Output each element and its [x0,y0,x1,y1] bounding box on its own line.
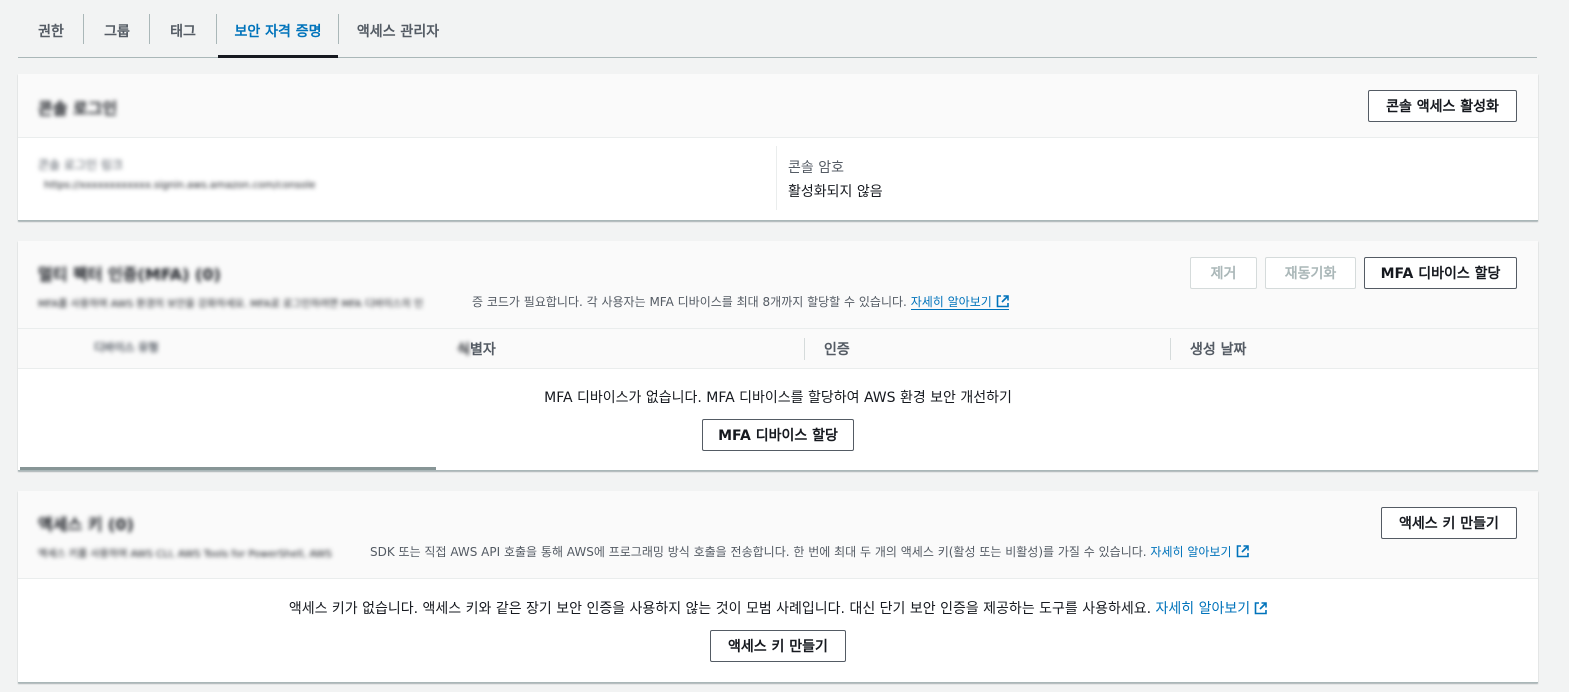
external-link-icon [996,295,1009,308]
column-created-date[interactable]: 생성 날짜 [1190,339,1246,359]
assign-mfa-device-button[interactable]: MFA 디바이스 할당 [1364,257,1517,289]
assign-mfa-device-empty-button[interactable]: MFA 디바이스 할당 [702,419,854,451]
tab-divider [338,14,339,44]
signin-link-label: 콘솔 로그인 링크 [38,158,123,172]
create-access-key-empty-button[interactable]: 액세스 키 만들기 [710,630,846,662]
mfa-header: 멀티 팩터 인증(MFA) (0) MFA를 사용하여 AWS 환경의 보안을 … [18,241,1538,329]
horizontal-scrollbar[interactable] [20,467,436,470]
enable-console-access-button[interactable]: 콘솔 액세스 활성화 [1368,90,1517,122]
access-keys-empty-text: 액세스 키가 없습니다. 액세스 키와 같은 장기 보안 인증을 사용하지 않는… [288,601,1152,617]
column-auth[interactable]: 인증 [824,339,850,359]
mfa-description: MFA를 사용하여 AWS 환경의 보안을 강화하세요. MFA로 로그인하려면… [38,293,1009,310]
mfa-description-text: 증 코드가 필요합니다. 각 사용자는 MFA 디바이스를 최대 8개까지 할당… [472,295,907,309]
access-keys-panel: 액세스 키 (0) 액세스 키를 사용하여 AWS CLI, AWS Tools… [18,491,1538,683]
mfa-empty-message: MFA 디바이스가 없습니다. MFA 디바이스를 할당하여 AWS 환경 보안… [544,390,1012,406]
console-signin-header: 콘솔 로그인 콘솔 액세스 활성화 [18,74,1538,138]
access-keys-description: 액세스 키를 사용하여 AWS CLI, AWS Tools for Power… [38,543,1249,560]
mfa-description-prefix: MFA를 사용하여 AWS 환경의 보안을 강화하세요. MFA로 로그인하려면… [38,299,424,310]
external-link-icon [1254,602,1267,615]
tab-permissions[interactable]: 권한 [26,14,76,58]
console-password-label: 콘솔 암호 [788,160,844,176]
mfa-learn-more-link[interactable]: 자세히 알아보기 [910,295,1009,310]
mfa-table-header: 디바이스 유형 식별자 인증 생성 날짜 [18,329,1538,369]
external-link-icon [1236,545,1249,558]
mfa-remove-button[interactable]: 제거 [1190,257,1257,289]
column-divider [776,146,777,210]
tab-divider [83,14,84,44]
access-keys-empty-learn-more-link[interactable]: 자세히 알아보기 [1156,601,1268,617]
create-access-key-button[interactable]: 액세스 키 만들기 [1381,507,1517,539]
column-identifier[interactable]: 식별자 [456,339,496,359]
column-divider [804,338,805,360]
column-device-type[interactable]: 디바이스 유형 [94,339,159,355]
mfa-panel: 멀티 팩터 인증(MFA) (0) MFA를 사용하여 AWS 환경의 보안을 … [18,241,1538,471]
tab-divider [216,14,217,44]
signin-link-value[interactable]: https://xxxxxxxxxxxx.signin.aws.amazon.c… [44,180,316,191]
access-keys-header: 액세스 키 (0) 액세스 키를 사용하여 AWS CLI, AWS Tools… [18,491,1538,579]
console-signin-title: 콘솔 로그인 [38,99,118,118]
tab-groups[interactable]: 그룹 [92,14,142,58]
tab-bar: 권한 그룹 태그 보안 자격 증명 액세스 관리자 [18,0,1537,58]
access-keys-empty-message: 액세스 키가 없습니다. 액세스 키와 같은 장기 보안 인증을 사용하지 않는… [18,598,1538,618]
access-keys-description-prefix: 액세스 키를 사용하여 AWS CLI, AWS Tools for Power… [38,549,332,560]
access-keys-title: 액세스 키 (0) [38,515,134,534]
column-divider [1170,338,1171,360]
tab-security-credentials[interactable]: 보안 자격 증명 [218,14,338,58]
console-signin-panel: 콘솔 로그인 콘솔 액세스 활성화 콘솔 로그인 링크 https://xxxx… [18,74,1538,221]
mfa-learn-more-label: 자세히 알아보기 [910,295,992,309]
tab-divider [149,14,150,44]
access-keys-empty-learn-more-label: 자세히 알아보기 [1155,601,1251,617]
mfa-resync-button[interactable]: 재동기화 [1265,257,1356,289]
mfa-title: 멀티 팩터 인증(MFA) (0) [38,265,221,284]
tab-tags[interactable]: 태그 [158,14,208,58]
access-keys-learn-more-link[interactable]: 자세히 알아보기 [1150,545,1249,559]
tab-access-advisor[interactable]: 액세스 관리자 [348,14,448,58]
access-keys-learn-more-label: 자세히 알아보기 [1150,545,1232,559]
access-keys-description-text: SDK 또는 직접 AWS API 호출을 통해 AWS에 프로그래밍 방식 호… [370,545,1147,559]
console-password-status: 활성화되지 않음 [788,184,883,200]
